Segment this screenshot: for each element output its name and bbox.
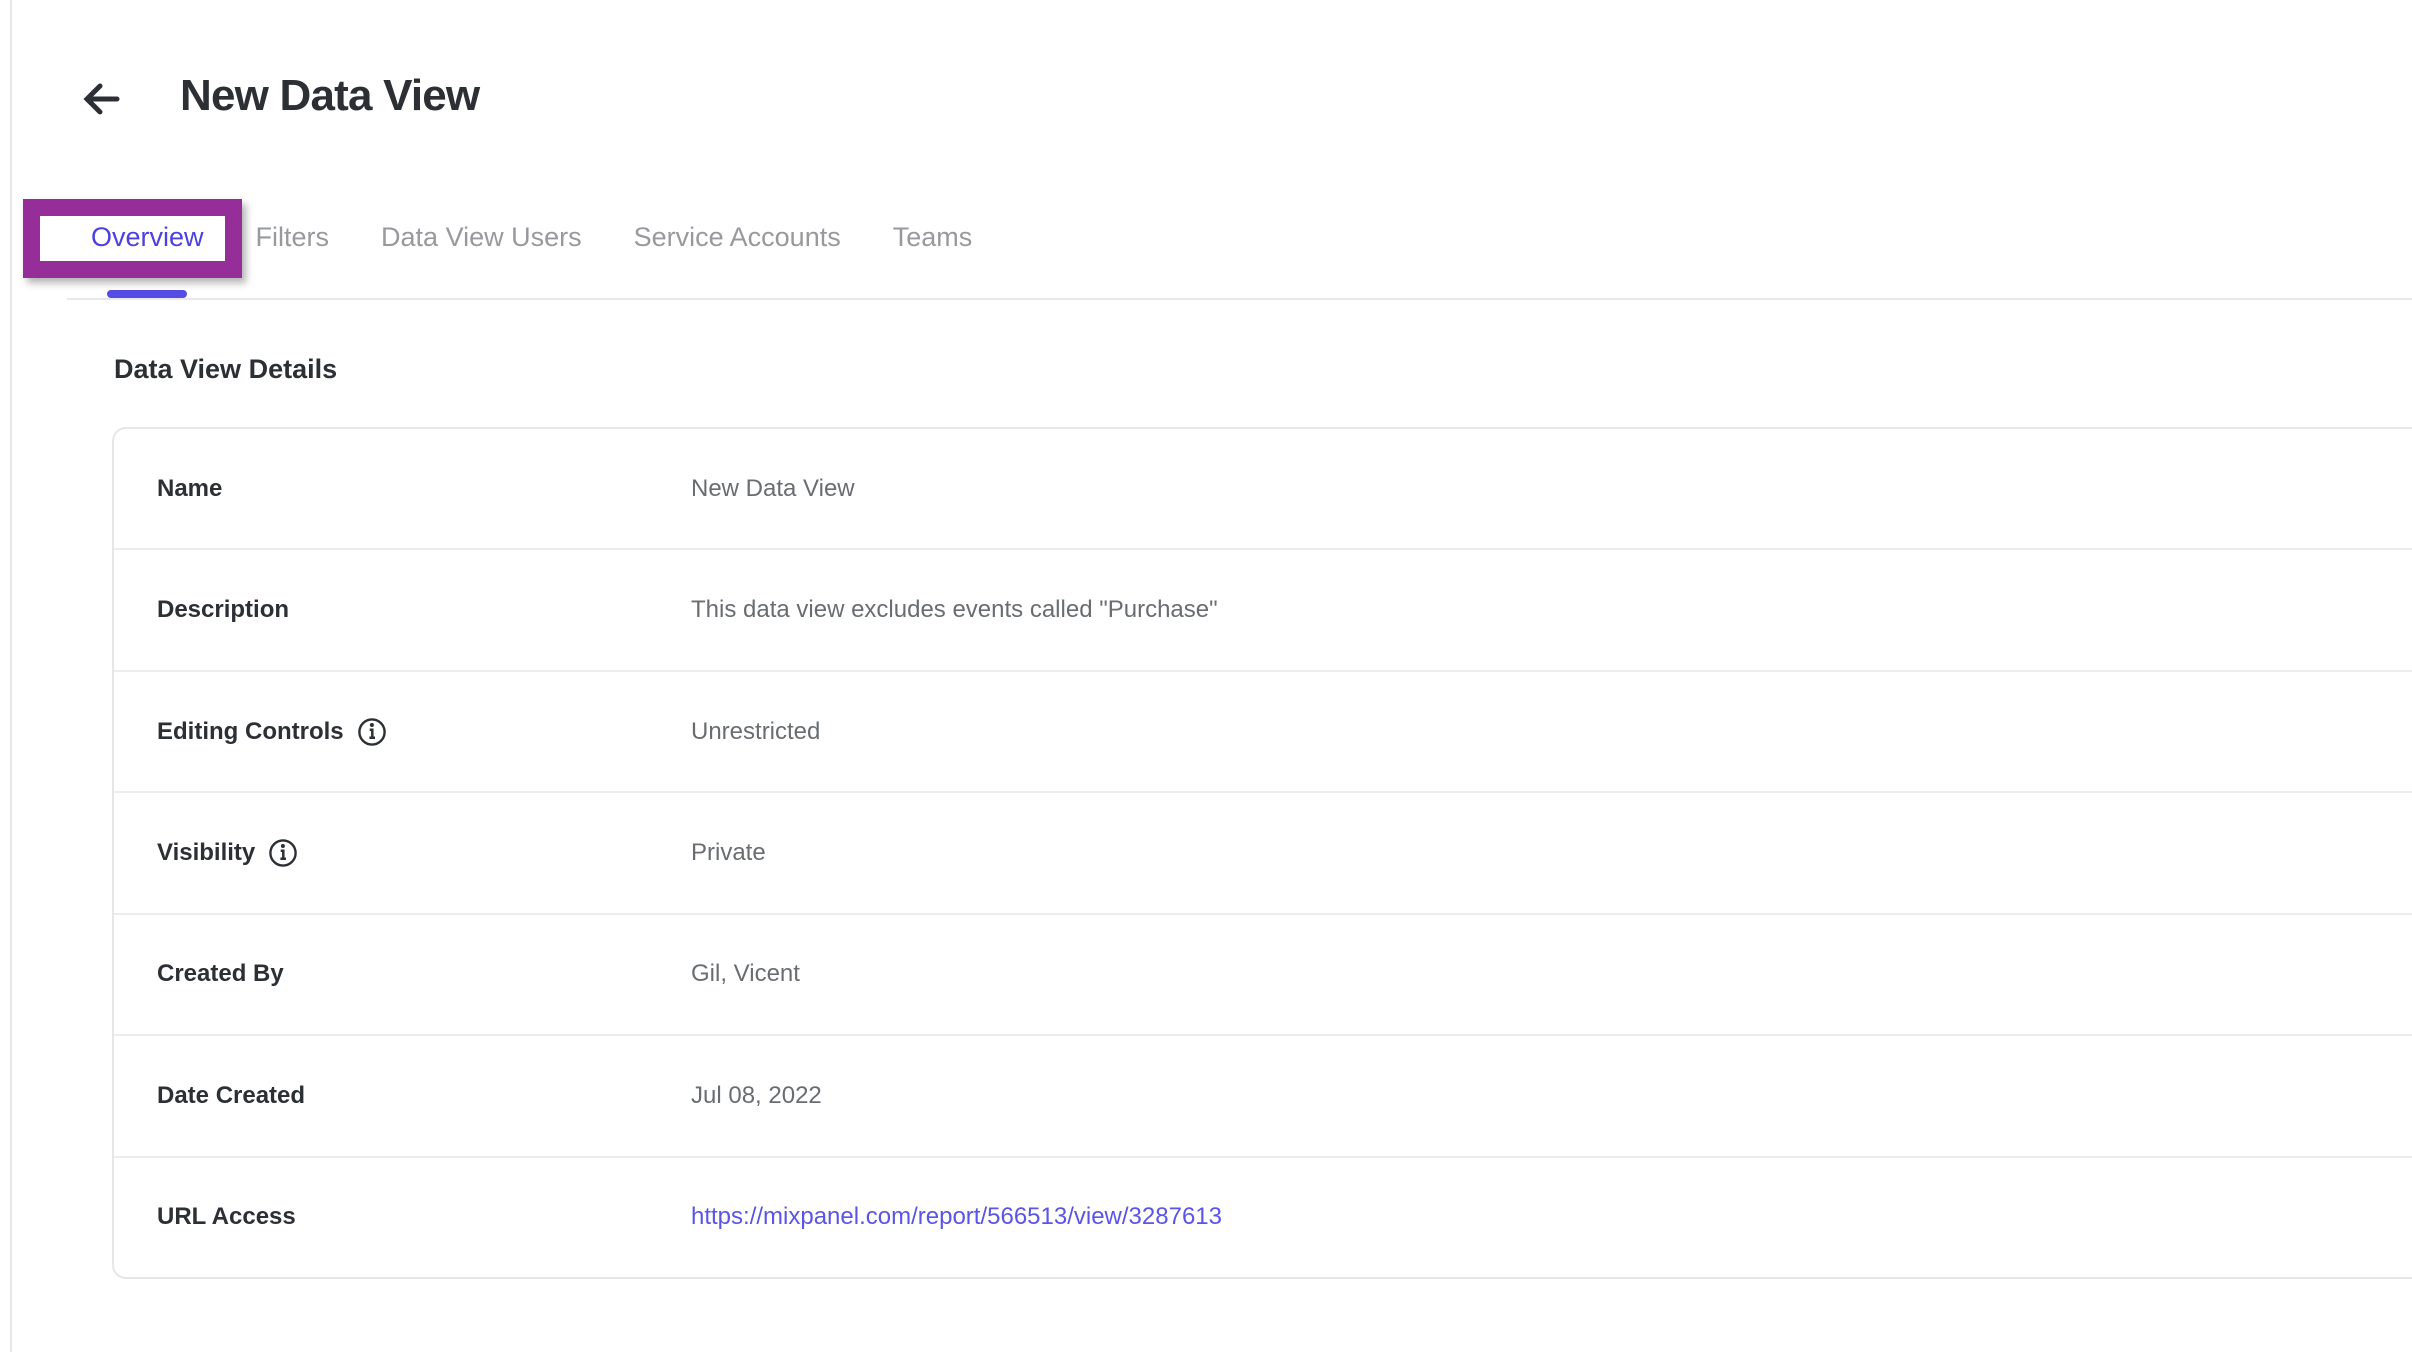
data-view-settings-page: New Data View Overview Filters Data View U… xyxy=(0,0,2412,1352)
page-title: New Data View xyxy=(180,70,479,122)
row-value: Unrestricted xyxy=(691,718,820,746)
row-label: Editing Controls xyxy=(157,718,344,746)
table-row: URL Access https://mixpanel.com/report/56… xyxy=(114,1158,2412,1277)
tab-filters[interactable]: Filters xyxy=(256,222,330,252)
row-label-cell: Visibility xyxy=(157,838,691,868)
url-access-link[interactable]: https://mixpanel.com/report/566513/view/… xyxy=(691,1203,1222,1231)
tab-overview[interactable]: Overview xyxy=(91,222,204,252)
table-row: Name New Data View xyxy=(114,429,2412,550)
back-button[interactable] xyxy=(79,77,123,121)
row-label-cell: Created By xyxy=(157,960,691,988)
info-icon[interactable] xyxy=(357,717,387,747)
row-label-cell: Name xyxy=(157,475,691,503)
tab-teams[interactable]: Teams xyxy=(893,222,973,252)
back-arrow-icon xyxy=(79,109,123,124)
row-label: Description xyxy=(157,596,289,624)
row-label: URL Access xyxy=(157,1203,296,1231)
row-value: Gil, Vicent xyxy=(691,960,800,988)
row-label: Created By xyxy=(157,960,284,988)
row-label: Visibility xyxy=(157,839,255,867)
row-value: This data view excludes events called "P… xyxy=(691,596,1218,624)
info-icon[interactable] xyxy=(268,838,298,868)
row-label-cell: Date Created xyxy=(157,1082,691,1110)
table-row: Visibility Private xyxy=(114,793,2412,914)
active-tab-indicator xyxy=(107,290,187,298)
row-value: Jul 08, 2022 xyxy=(691,1082,822,1110)
row-label-cell: URL Access xyxy=(157,1203,691,1231)
tab-bar-divider xyxy=(67,298,2412,300)
section-title: Data View Details xyxy=(114,354,337,385)
table-row: Editing Controls Unrestricted xyxy=(114,672,2412,793)
table-row: Description This data view excludes event… xyxy=(114,550,2412,671)
tab-service-accounts[interactable]: Service Accounts xyxy=(634,222,841,252)
row-value: New Data View xyxy=(691,475,855,503)
row-value: Private xyxy=(691,839,766,867)
row-label-cell: Editing Controls xyxy=(157,717,691,747)
data-view-details-card: Name New Data View Description This data vi… xyxy=(112,427,2412,1279)
table-row: Date Created Jul 08, 2022 xyxy=(114,1036,2412,1157)
row-label: Name xyxy=(157,475,222,503)
row-label-cell: Description xyxy=(157,596,691,624)
panel-left-border xyxy=(10,0,12,1352)
tab-data-view-users[interactable]: Data View Users xyxy=(381,222,582,252)
tab-bar: Overview Filters Data View Users Service Ac… xyxy=(0,222,2412,252)
row-label: Date Created xyxy=(157,1082,305,1110)
table-row: Created By Gil, Vicent xyxy=(114,915,2412,1036)
